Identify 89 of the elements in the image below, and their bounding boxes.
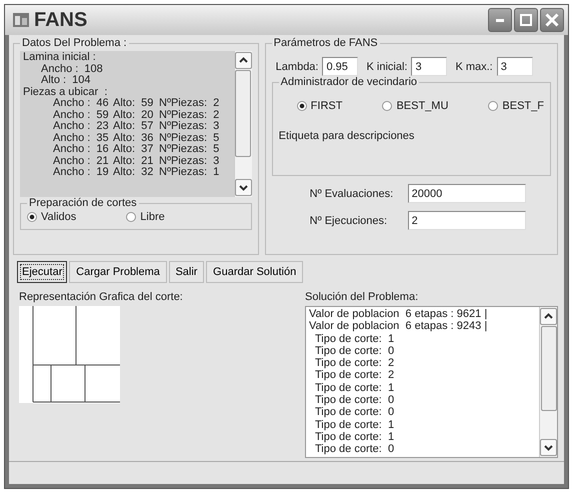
section-label: Solución del Problema: (305, 291, 420, 303)
solution-line: Valor de poblacion 6 etapas : 9621 | (309, 308, 488, 320)
radio-button[interactable] (488, 101, 498, 111)
maximize-button[interactable] (514, 8, 538, 32)
input-field[interactable]: 3 (496, 57, 533, 76)
pieces-count: NºPiezas: 2 (159, 110, 220, 121)
solution-line: Tipo de corte: 0 (314, 406, 396, 419)
field-label: Nº Ejecuciones: (310, 214, 388, 226)
solution-line: Tipo de corte: 1 (314, 430, 396, 444)
section-label: Representación Grafica del corte: (19, 291, 184, 303)
pieces-count: NºPiezas: 2 (159, 98, 220, 110)
radio-button[interactable] (382, 101, 392, 111)
scroll-down-icon[interactable] (234, 179, 252, 196)
data-line: Alto : 104 (40, 75, 92, 86)
close-icon (545, 13, 559, 27)
group-title: Parámetros de FANS (272, 37, 379, 49)
scroll-thumb[interactable] (540, 326, 556, 410)
input-field[interactable]: 20000 (408, 184, 526, 203)
close-button[interactable] (540, 8, 564, 32)
radio-option[interactable]: BEST_MU (382, 100, 448, 112)
radio-label: Libre (140, 211, 165, 223)
action-button[interactable]: Ejecutar (17, 261, 68, 283)
scroll-down-icon[interactable] (540, 439, 557, 456)
solution-line: Valor de poblacion 6 etapas : 9243 | (309, 320, 488, 333)
maximize-icon (520, 14, 532, 26)
solution-line: Tipo de corte: 1 (314, 418, 396, 431)
height-value: Alto: 32 (113, 167, 154, 178)
scrollbar[interactable] (539, 307, 557, 457)
radio-label: BEST_MU (396, 100, 448, 112)
description-label: Etiqueta para descripciones (278, 130, 416, 142)
pieces-count: NºPiezas: 3 (159, 156, 220, 167)
pieces-count: NºPiezas: 5 (159, 132, 220, 144)
data-line: Ancho : 108 (40, 64, 104, 75)
field-label: K max.: (455, 60, 493, 72)
radio-button[interactable] (27, 212, 37, 222)
input-field[interactable]: 2 (408, 211, 526, 230)
solution-line: Tipo de corte: 2 (314, 357, 396, 370)
radio-option[interactable]: BEST_F (488, 100, 544, 112)
field-label: Nº Evaluaciones: (310, 188, 394, 200)
width-value: Ancho : 23 (53, 121, 110, 132)
group-title: Administrador de vecindario (280, 76, 418, 88)
height-value: Alto: 57 (113, 121, 154, 132)
solution-line: Tipo de corte: 0 (314, 443, 396, 456)
radio-option[interactable]: Libre (126, 211, 165, 223)
radio-label: Validos (41, 211, 76, 223)
window-title: FANS (34, 8, 88, 32)
height-value: Alto: 21 (113, 156, 154, 167)
action-button[interactable]: Guardar Solutión (206, 261, 303, 283)
minimize-button[interactable] (488, 8, 512, 32)
solution-line: Tipo de corte: 0 (314, 394, 396, 406)
radio-option[interactable]: Validos (27, 211, 76, 223)
radio-button[interactable] (296, 101, 307, 111)
height-value: Alto: 37 (113, 144, 154, 156)
radio-button[interactable] (126, 212, 136, 222)
radio-label: BEST_F (502, 100, 544, 112)
width-value: Ancho : 46 (53, 98, 110, 110)
scroll-up-icon[interactable] (540, 308, 557, 325)
width-value: Ancho : 59 (53, 110, 110, 121)
height-value: Alto: 36 (113, 132, 154, 144)
width-value: Ancho : 21 (53, 156, 110, 167)
radio-option[interactable]: FIRST (296, 100, 342, 112)
field-label: K inicial: (366, 60, 408, 72)
scrollbar[interactable] (234, 51, 252, 197)
width-value: Ancho : 35 (53, 132, 110, 144)
input-field[interactable]: 0.95 (322, 57, 358, 76)
scroll-up-icon[interactable] (234, 52, 252, 69)
height-value: Alto: 59 (113, 98, 154, 110)
width-value: Ancho : 19 (53, 167, 110, 178)
width-value: Ancho : 16 (53, 144, 110, 156)
height-value: Alto: 20 (113, 110, 154, 121)
pieces-count: NºPiezas: 1 (159, 167, 220, 178)
pieces-count: NºPiezas: 5 (159, 144, 220, 156)
app-icon (13, 13, 29, 27)
group-title: Datos Del Problema : (21, 37, 128, 49)
solution-line: Tipo de corte: 2 (314, 369, 396, 382)
pieces-count: NºPiezas: 3 (159, 121, 220, 132)
minimize-icon (496, 18, 504, 22)
radio-label: FIRST (310, 100, 342, 112)
solution-line: Tipo de corte: 1 (314, 332, 396, 345)
field-label: Lambda: (276, 60, 318, 72)
input-field[interactable]: 3 (411, 57, 448, 76)
action-button[interactable]: Cargar Problema (69, 261, 167, 283)
data-line: Piezas a ubicar : (23, 86, 108, 98)
scroll-thumb[interactable] (235, 70, 252, 157)
data-line: Lamina inicial : (23, 52, 97, 64)
solution-line: Tipo de corte: 1 (314, 382, 396, 394)
action-button[interactable]: Salir (168, 261, 204, 283)
solution-line: Tipo de corte: 0 (314, 344, 396, 358)
group-title: Preparación de cortes (28, 197, 138, 209)
